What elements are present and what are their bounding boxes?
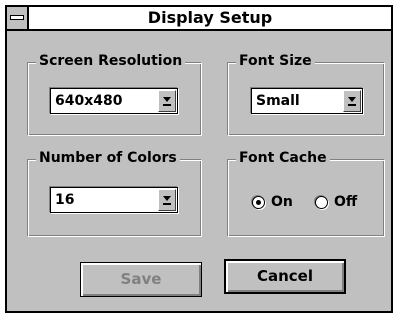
font-size-value: Small bbox=[256, 93, 300, 109]
title-bar: Display Setup bbox=[7, 7, 391, 31]
screen-resolution-dropdown[interactable]: 640x480 bbox=[50, 88, 178, 114]
radio-unchecked-icon[interactable] bbox=[315, 195, 328, 209]
font-cache-group: Font Cache On Off bbox=[227, 149, 385, 237]
number-of-colors-value: 16 bbox=[55, 192, 75, 208]
cancel-button[interactable]: Cancel bbox=[224, 259, 346, 294]
number-of-colors-label: Number of Colors bbox=[36, 149, 180, 167]
font-cache-on-radio[interactable]: On bbox=[252, 194, 293, 210]
font-cache-off-label: Off bbox=[334, 194, 358, 210]
font-cache-label: Font Cache bbox=[236, 149, 330, 167]
number-of-colors-dropdown[interactable]: 16 bbox=[50, 187, 178, 213]
radio-checked-icon[interactable] bbox=[252, 195, 265, 209]
number-of-colors-group: Number of Colors 16 bbox=[27, 149, 202, 237]
dropdown-arrow-icon[interactable] bbox=[158, 189, 176, 211]
font-cache-off-radio[interactable]: Off bbox=[315, 194, 357, 210]
screen-resolution-value: 640x480 bbox=[55, 93, 123, 109]
system-menu-bar bbox=[10, 15, 24, 20]
font-size-dropdown[interactable]: Small bbox=[251, 88, 363, 114]
screen-resolution-group: Screen Resolution 640x480 bbox=[27, 52, 202, 136]
window-title: Display Setup bbox=[147, 8, 273, 27]
font-size-label: Font Size bbox=[236, 52, 315, 70]
display-setup-dialog: Display Setup Screen Resolution 640x480 … bbox=[5, 5, 393, 313]
screen-resolution-label: Screen Resolution bbox=[36, 52, 186, 70]
font-cache-on-label: On bbox=[271, 194, 293, 210]
system-menu-icon[interactable] bbox=[7, 7, 29, 29]
font-size-group: Font Size Small bbox=[227, 52, 385, 136]
dropdown-arrow-icon[interactable] bbox=[158, 90, 176, 112]
save-button[interactable]: Save bbox=[80, 262, 202, 297]
dropdown-arrow-icon[interactable] bbox=[343, 90, 361, 112]
